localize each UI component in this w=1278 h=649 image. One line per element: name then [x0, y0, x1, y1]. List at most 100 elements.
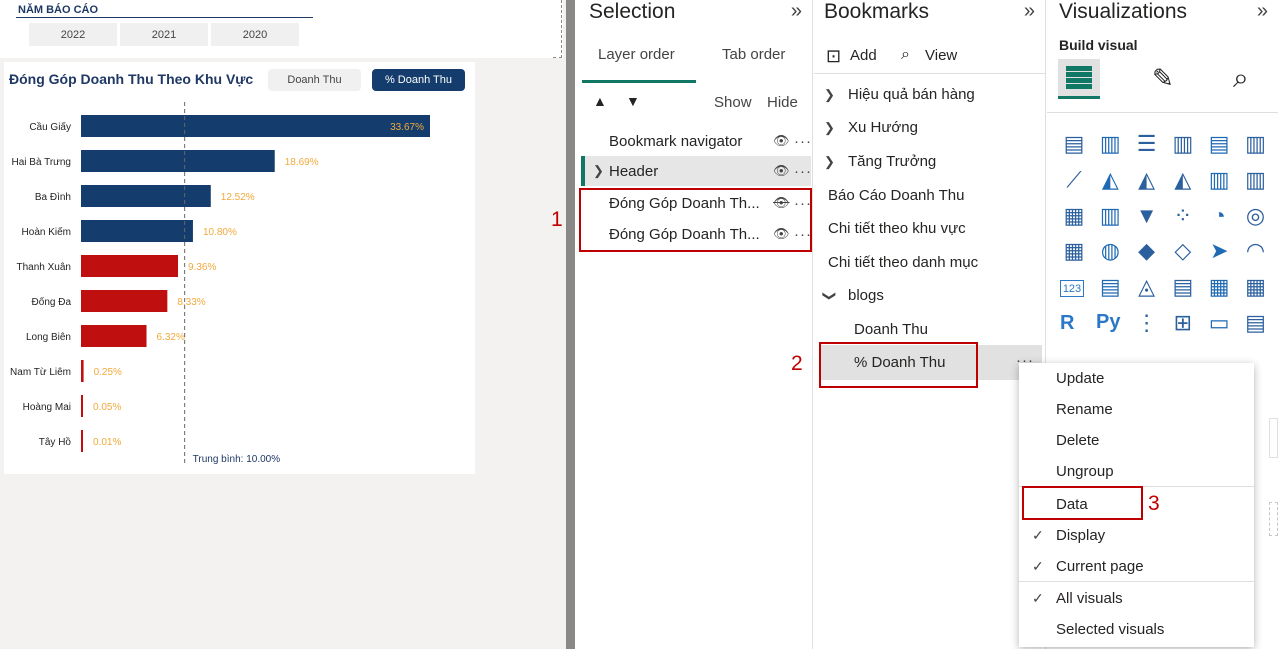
tab-layer-order[interactable]: Layer order [598, 46, 675, 63]
clustered-bar-icon[interactable]: ☰ [1134, 131, 1160, 157]
tab-tab-order[interactable]: Tab order [722, 46, 785, 63]
view-button[interactable]: View [925, 47, 957, 64]
selection-title: Selection [589, 0, 676, 23]
show-all-button[interactable]: Show [714, 94, 752, 111]
bookmark-item[interactable]: Chi tiết theo danh mục [828, 254, 978, 271]
line-chart-icon[interactable]: ⟋ [1061, 167, 1087, 193]
pie-icon[interactable]: ◔ [1206, 203, 1232, 229]
analytics-icon[interactable]: ⌕ [1233, 62, 1249, 95]
toggle-percent-revenue-button[interactable]: % Doanh Thu [372, 69, 465, 91]
bookmark-item[interactable]: Doanh Thu [854, 321, 928, 338]
stacked-column-icon[interactable]: ▥ [1097, 131, 1123, 157]
data-label: 0.25% [94, 367, 122, 378]
menu-ungroup[interactable]: Ungroup [1056, 463, 1114, 480]
menu-current-page[interactable]: Current page [1056, 558, 1144, 575]
view-icon[interactable]: ⌕ [901, 46, 910, 64]
add-bookmark-button[interactable]: Add [850, 47, 877, 64]
multirow-card-icon[interactable]: ▤ [1097, 274, 1123, 300]
bookmark-group[interactable]: blogs [848, 287, 884, 304]
decomposition-tree-icon[interactable]: ⊞ [1170, 310, 1196, 336]
stacked-bar-icon[interactable]: ▤ [1061, 131, 1087, 157]
bookmark-group[interactable]: Tăng Trưởng [848, 153, 936, 170]
format-visual-icon[interactable]: ✎ [1152, 63, 1174, 94]
key-influencers-icon[interactable]: ⋮ [1134, 310, 1160, 336]
gauge-icon[interactable]: ◠ [1243, 238, 1269, 264]
100-column-icon[interactable]: ▥ [1243, 131, 1269, 157]
azure-map-icon[interactable]: ➤ [1206, 238, 1232, 264]
chevron-right-icon[interactable]: ❯ [824, 154, 835, 170]
move-down-icon[interactable]: ▼ [626, 93, 640, 109]
menu-selected-visuals[interactable]: Selected visuals [1056, 621, 1164, 638]
table-icon[interactable]: ▦ [1206, 274, 1232, 300]
layer-row[interactable]: Bookmark navigator 👁 ··· [581, 126, 811, 156]
treemap-icon[interactable]: ▦ [1061, 238, 1087, 264]
hide-all-button[interactable]: Hide [767, 94, 798, 111]
menu-update[interactable]: Update [1056, 370, 1104, 387]
bookmark-item[interactable]: Báo Cáo Doanh Thu [828, 187, 965, 204]
build-visual-tab[interactable] [1058, 59, 1100, 99]
map-icon[interactable]: ◍ [1097, 238, 1123, 264]
chevron-down-icon[interactable]: ❯ [821, 291, 837, 302]
pane-splitter[interactable] [566, 0, 575, 649]
narrative-icon[interactable]: ▤ [1243, 310, 1269, 336]
year-2020-button[interactable]: 2020 [211, 23, 299, 46]
line-stacked-column-icon[interactable]: ▥ [1243, 167, 1269, 193]
data-label: 6.32% [157, 332, 185, 343]
shape-map-icon[interactable]: ◇ [1170, 238, 1196, 264]
menu-rename[interactable]: Rename [1056, 401, 1113, 418]
matrix-icon[interactable]: ▦ [1243, 274, 1269, 300]
area-chart-icon[interactable]: ◭ [1097, 167, 1123, 193]
average-label: Trung bình: 10.00% [193, 454, 281, 465]
chevron-right-icon[interactable]: ❯ [824, 120, 835, 136]
data-label: 10.80% [203, 227, 237, 238]
menu-display[interactable]: Display [1056, 527, 1105, 544]
100-bar-icon[interactable]: ▤ [1206, 131, 1232, 157]
build-visual-label: Build visual [1059, 37, 1138, 53]
check-icon: ✓ [1032, 558, 1044, 574]
bookmark-item[interactable]: Chi tiết theo khu vực [828, 220, 966, 237]
chart-title: Đóng Góp Doanh Thu Theo Khu Vực [9, 71, 254, 87]
collapse-icon[interactable]: » [1257, 0, 1268, 23]
menu-all-visuals[interactable]: All visuals [1056, 590, 1123, 607]
year-2022-button[interactable]: 2022 [29, 23, 117, 46]
python-visual-label[interactable]: Py [1096, 311, 1120, 334]
bookmark-group[interactable]: Hiệu quả bán hàng [848, 86, 975, 103]
layer-name: Header [609, 162, 659, 180]
add-bookmark-icon[interactable]: ⊡ [826, 46, 841, 67]
bar [81, 255, 179, 277]
eye-icon[interactable]: 👁 [773, 163, 790, 179]
drop-zone[interactable] [1269, 502, 1278, 536]
qa-icon[interactable]: ▭ [1206, 310, 1232, 336]
donut-icon[interactable]: ◎ [1243, 203, 1269, 229]
collapse-icon[interactable]: » [1024, 0, 1035, 23]
kpi-icon[interactable]: ◬ [1134, 274, 1160, 300]
bookmark-group[interactable]: Xu Hướng [848, 119, 918, 136]
move-up-icon[interactable]: ▲ [593, 93, 607, 109]
divider [1047, 112, 1278, 113]
callout-3: 3 [1148, 492, 1160, 515]
column-icon[interactable]: ▥ [1097, 203, 1123, 229]
waterfall-icon[interactable]: ▦ [1061, 203, 1087, 229]
clustered-column-icon[interactable]: ▥ [1170, 131, 1196, 157]
year-2021-button[interactable]: 2021 [120, 23, 208, 46]
more-icon[interactable]: ··· [794, 133, 812, 150]
eye-icon[interactable]: 👁 [773, 133, 790, 149]
highlight-box-1 [579, 188, 812, 252]
line-column-icon[interactable]: ▥ [1206, 167, 1232, 193]
more-icon[interactable]: ··· [794, 163, 812, 180]
menu-delete[interactable]: Delete [1056, 432, 1099, 449]
slicer-icon[interactable]: ▤ [1170, 274, 1196, 300]
scatter-icon[interactable]: ⁘ [1170, 203, 1196, 229]
r-visual-label[interactable]: R [1060, 312, 1074, 335]
card-visual-label[interactable]: 123 [1060, 280, 1084, 297]
filled-map-icon[interactable]: ◆ [1134, 238, 1160, 264]
collapse-icon[interactable]: » [791, 0, 802, 23]
year-slicer: NĂM BÁO CÁO 2022 2021 2020 [0, 0, 563, 58]
toggle-revenue-button[interactable]: Doanh Thu [268, 69, 361, 91]
chevron-right-icon[interactable]: ❯ [824, 87, 835, 103]
ribbon-icon[interactable]: ◭ [1170, 167, 1196, 193]
funnel-icon[interactable]: ▼ [1134, 203, 1160, 229]
chevron-right-icon[interactable]: ❯ [593, 163, 604, 179]
stacked-area-icon[interactable]: ◭ [1134, 167, 1160, 193]
layer-row-selected[interactable]: ❯ Header 👁 ··· [581, 156, 811, 186]
